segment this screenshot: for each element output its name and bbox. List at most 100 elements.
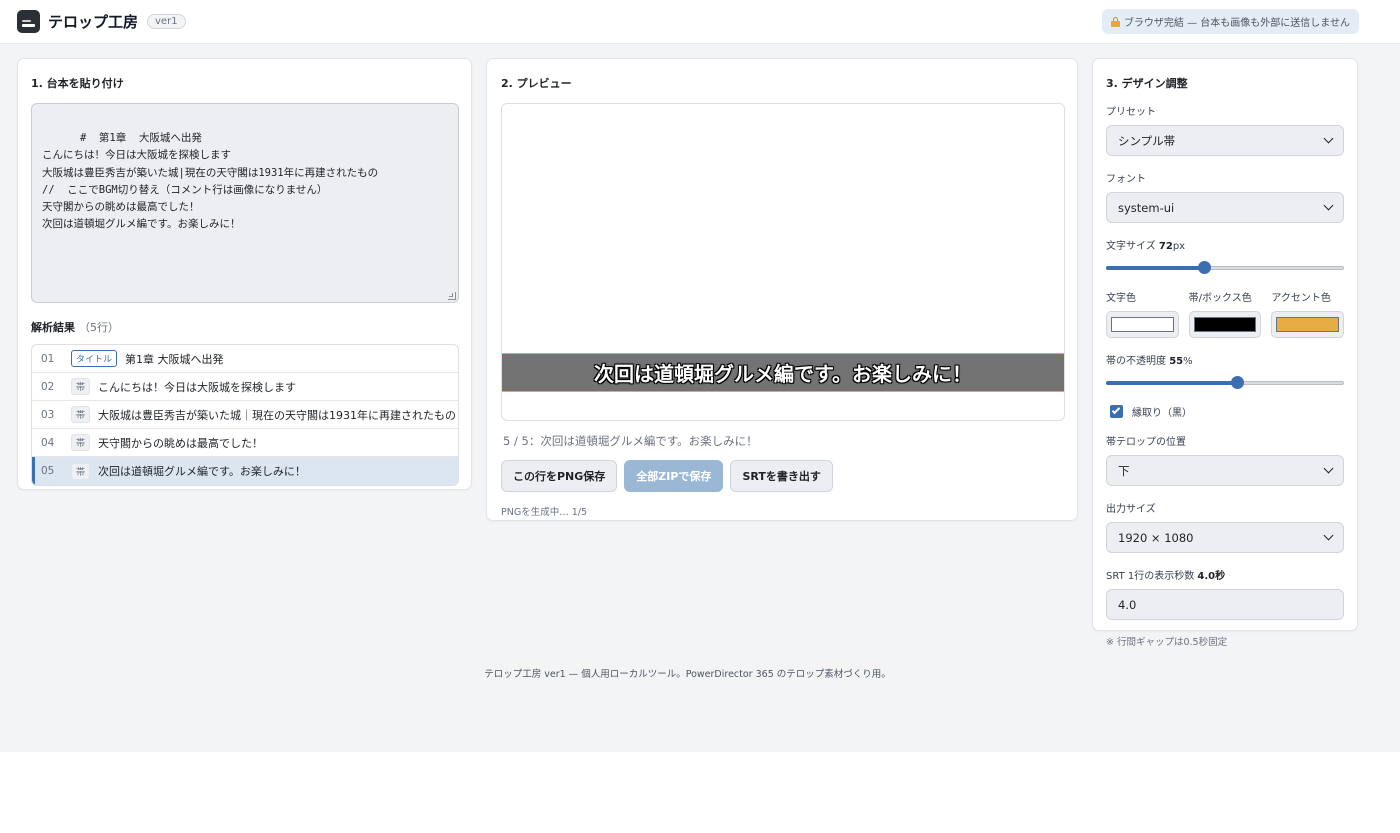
text-color-label: 文字色 — [1106, 293, 1136, 304]
font-size-slider[interactable] — [1106, 261, 1344, 275]
design-panel: 3. デザイン調整 プリセット シンプル帯 フォント system-ui 文字サ… — [1092, 58, 1358, 648]
output-value: 1920 × 1080 — [1118, 530, 1194, 545]
row-text: 天守閣からの眺めは最高でした！ — [98, 436, 264, 450]
slider-fill — [1106, 381, 1237, 385]
font-value: system-ui — [1118, 200, 1175, 215]
box-color-label: 帯/ボックス色 — [1188, 293, 1252, 304]
preset-value: シンプル帯 — [1118, 133, 1176, 148]
accent-color-label: アクセント色 — [1271, 293, 1331, 304]
row-number: 03 — [41, 408, 55, 421]
script-panel: 1. 台本を貼り付け # 第1章 大阪城へ出発 こんにちは！今日は大阪城を探検し… — [17, 58, 472, 490]
box-color-group: 帯/ボックス色 — [1188, 289, 1262, 338]
color-settings: 文字色 帯/ボックス色 アクセント色 — [1106, 289, 1345, 338]
save-png-button[interactable]: この行をPNG保存 — [501, 460, 618, 492]
position-value: 下 — [1118, 463, 1130, 478]
chevron-down-icon — [1323, 463, 1334, 474]
status-text: PNGを生成中… 1/5 — [501, 507, 588, 518]
font-label: フォント — [1106, 174, 1146, 185]
font-size-heading: 文字サイズ 72px — [1106, 237, 1344, 252]
top-bar: テロップ工房 ver1 ブラウザ完結 — 台本も画像も外部に送信しません — [0, 0, 1400, 44]
font-size-label: 文字サイズ — [1106, 241, 1156, 252]
opacity-heading: 帯の不透明度 55% — [1106, 352, 1344, 367]
table-row[interactable]: 02 帯 こんにちは！今日は大阪城を探検します — [32, 373, 458, 401]
opacity-value: 55 — [1169, 356, 1184, 367]
srt-duration-input[interactable]: 4.0 — [1106, 589, 1344, 620]
result-heading: 解析結果 （5行） — [31, 319, 458, 335]
font-size-value: 72 — [1158, 241, 1173, 252]
slider-thumb[interactable] — [1230, 376, 1244, 389]
preset-select[interactable]: シンプル帯 — [1106, 125, 1344, 156]
row-text: 第1章 大阪城へ出発 — [125, 352, 224, 366]
preview-panel-title: 2. プレビュー — [501, 77, 572, 90]
script-panel-title: 1. 台本を貼り付け — [31, 77, 124, 90]
output-size-select[interactable]: 1920 × 1080 — [1106, 522, 1344, 553]
export-srt-button[interactable]: SRTを書き出す — [730, 460, 833, 492]
table-row-selected[interactable]: 05 帯 次回は道頓堀グルメ編です。お楽しみに！ — [32, 457, 458, 485]
action-buttons: この行をPNG保存 全部ZIPで保存 SRTを書き出す — [501, 460, 1063, 492]
resize-handle-icon[interactable] — [448, 292, 456, 300]
app-root: テロップ工房 ver1 ブラウザ完結 — 台本も画像も外部に送信しません 1. … — [0, 0, 1400, 752]
box-color-picker[interactable] — [1188, 311, 1262, 338]
accent-color-group: アクセント色 — [1271, 289, 1345, 338]
outline-option[interactable]: 縁取り（黒） — [1106, 404, 1344, 419]
result-count: （5行） — [79, 321, 119, 334]
accent-color-swatch — [1276, 317, 1340, 332]
chevron-down-icon — [1323, 530, 1334, 541]
preview-band-text: 次回は道頓堀グルメ編です。お楽しみに！ — [594, 362, 972, 386]
chevron-down-icon — [1323, 133, 1334, 144]
row-tag: 帯 — [71, 462, 91, 480]
result-label: 解析結果 — [31, 321, 75, 334]
outline-label: 縁取り（黒） — [1132, 408, 1192, 419]
outline-checkbox[interactable] — [1110, 405, 1123, 418]
box-color-swatch — [1193, 317, 1257, 332]
position-label: 帯テロップの位置 — [1106, 437, 1186, 448]
gap-note: ※ 行間ギャップは0.5秒固定 — [1106, 637, 1228, 648]
table-row[interactable]: 01 タイトル 第1章 大阪城へ出発 — [32, 345, 458, 373]
table-row[interactable]: 03 帯 大阪城は豊臣秀吉が築いた城｜現在の天守閣は1931年に再建されたもの — [32, 401, 458, 429]
srt-input-value: 4.0 — [1118, 597, 1137, 612]
position-select[interactable]: 下 — [1106, 455, 1344, 486]
preview-panel: 2. プレビュー 次回は道頓堀グルメ編です。お楽しみに！ 5 / 5：次回は道頓… — [486, 58, 1078, 521]
preview-caption: 5 / 5：次回は道頓堀グルメ編です。お楽しみに！ — [503, 434, 758, 448]
row-text: 大阪城は豊臣秀吉が築いた城｜現在の天守閣は1931年に再建されたもの — [98, 408, 457, 422]
srt-value-display: 4.0秒 — [1197, 571, 1226, 582]
preview-band: 次回は道頓堀グルメ編です。お楽しみに！ — [502, 353, 1064, 392]
script-textarea[interactable]: # 第1章 大阪城へ出発 こんにちは！今日は大阪城を探検します 大阪城は豊臣秀吉… — [31, 103, 459, 303]
lock-icon — [1110, 16, 1120, 27]
preview-canvas: 次回は道頓堀グルメ編です。お楽しみに！ — [501, 103, 1065, 421]
slider-thumb[interactable] — [1197, 261, 1211, 274]
privacy-text: ブラウザ完結 — 台本も画像も外部に送信しません — [1123, 18, 1350, 29]
script-text: # 第1章 大阪城へ出発 こんにちは！今日は大阪城を探検します 大阪城は豊臣秀吉… — [42, 132, 379, 231]
chevron-down-icon — [1323, 200, 1334, 211]
text-color-group: 文字色 — [1106, 289, 1179, 338]
design-panel-title: 3. デザイン調整 — [1106, 77, 1188, 90]
opacity-label: 帯の不透明度 — [1106, 356, 1166, 367]
row-number: 01 — [41, 352, 55, 365]
opacity-slider[interactable] — [1106, 376, 1344, 390]
row-text: 次回は道頓堀グルメ編です。お楽しみに！ — [98, 465, 306, 478]
row-text: こんにちは！今日は大阪城を探検します — [98, 380, 297, 394]
privacy-notice: ブラウザ完結 — 台本も画像も外部に送信しません — [1101, 9, 1359, 34]
font-select[interactable]: system-ui — [1106, 192, 1344, 223]
app-logo-icon — [17, 10, 40, 33]
version-badge: ver1 — [147, 14, 186, 29]
row-tag: 帯 — [71, 406, 91, 423]
text-color-swatch — [1111, 317, 1174, 332]
srt-label: SRT 1行の表示秒数 — [1106, 571, 1195, 582]
result-list: 01 タイトル 第1章 大阪城へ出発 02 帯 こんにちは！今日は大阪城を探検し… — [31, 344, 459, 486]
output-label: 出力サイズ — [1106, 504, 1156, 515]
table-row[interactable]: 04 帯 天守閣からの眺めは最高でした！ — [32, 429, 458, 457]
accent-color-picker[interactable] — [1271, 311, 1345, 338]
font-size-unit: px — [1172, 241, 1186, 252]
app-title: テロップ工房 — [48, 13, 139, 31]
text-color-picker[interactable] — [1106, 311, 1179, 338]
row-tag: 帯 — [71, 434, 91, 451]
opacity-unit: % — [1183, 356, 1193, 367]
check-icon — [1111, 405, 1121, 415]
preset-label: プリセット — [1106, 107, 1156, 118]
row-number: 04 — [41, 436, 55, 449]
row-tag: 帯 — [71, 378, 91, 395]
row-tag: タイトル — [71, 350, 118, 367]
save-zip-button[interactable]: 全部ZIPで保存 — [624, 460, 724, 492]
row-number: 02 — [41, 380, 55, 393]
